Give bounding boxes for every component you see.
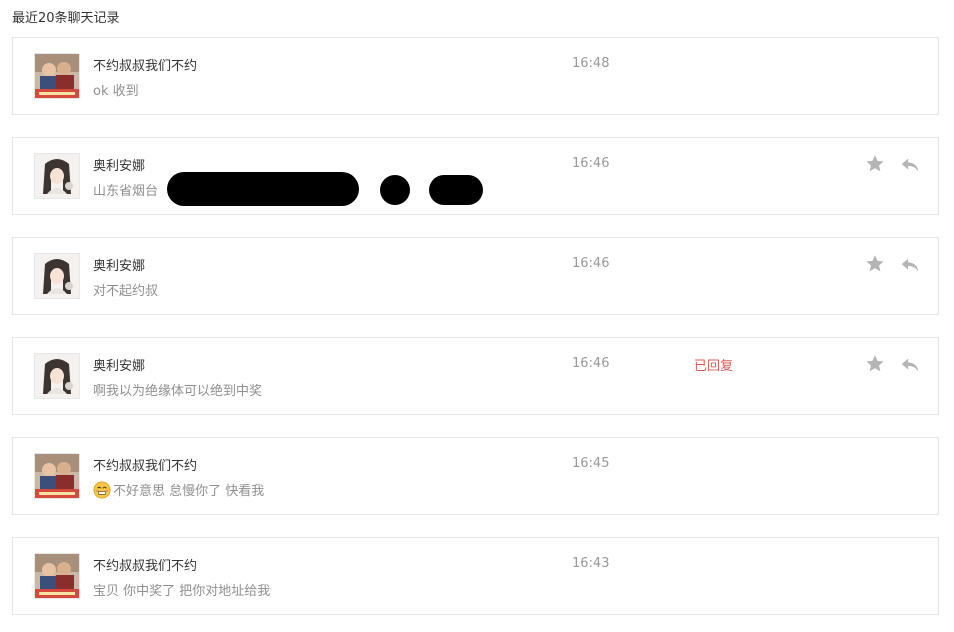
embarrassed-emoji-icon (93, 481, 111, 499)
message-time: 16:43 (572, 556, 610, 571)
group-photo-avatar[interactable] (34, 453, 80, 499)
message-text: 啊我以为绝缘体可以绝到中奖 (93, 384, 263, 399)
sender-name: 奥利安娜 (93, 259, 146, 274)
page-title: 最近20条聊天记录 (12, 11, 120, 26)
sender-name: 不约叔叔我们不约 (93, 559, 198, 574)
star-icon[interactable] (864, 353, 886, 375)
message-time: 16:48 (572, 56, 610, 71)
message-card[interactable]: 奥利安娜 对不起约叔 16:46 (12, 237, 939, 315)
star-icon[interactable] (864, 153, 886, 175)
group-photo-avatar[interactable] (34, 53, 80, 99)
redaction-mark (380, 175, 410, 205)
anime-girl-avatar[interactable] (34, 153, 80, 199)
message-text-part: 山东省烟台 (93, 184, 159, 199)
message-time: 16:46 (572, 356, 610, 371)
message-card[interactable]: 不约叔叔我们不约 宝贝 你中奖了 把你对地址给我 16:43 (12, 537, 939, 615)
message-text: ok 收到 (93, 84, 139, 99)
message-card[interactable]: 不约叔叔我们不约 不好意思 怠慢你了 快看我 16:45 (12, 437, 939, 515)
reply-icon[interactable] (899, 154, 921, 176)
message-time: 16:46 (572, 156, 610, 171)
sender-name: 不约叔叔我们不约 (93, 59, 198, 74)
message-text: 宝贝 你中奖了 把你对地址给我 (93, 584, 271, 599)
reply-icon[interactable] (899, 354, 921, 376)
anime-girl-avatar[interactable] (34, 353, 80, 399)
message-text: 对不起约叔 (93, 284, 159, 299)
sender-name: 不约叔叔我们不约 (93, 459, 198, 474)
message-time: 16:46 (572, 256, 610, 271)
redaction-mark (429, 175, 483, 205)
anime-girl-avatar[interactable] (34, 253, 80, 299)
sender-name: 奥利安娜 (93, 159, 146, 174)
reply-icon[interactable] (899, 254, 921, 276)
chat-history-page: 最近20条聊天记录 不约叔叔我们不约 ok 收到 16:48 奥利安娜 山东省烟… (0, 0, 954, 632)
message-card[interactable]: 奥利安娜 山东省烟台林1571 16:46 (12, 137, 939, 215)
message-card[interactable]: 不约叔叔我们不约 ok 收到 16:48 (12, 37, 939, 115)
redaction-mark (167, 172, 359, 206)
group-photo-avatar[interactable] (34, 553, 80, 599)
replied-status: 已回复 (694, 359, 734, 374)
sender-name: 奥利安娜 (93, 359, 146, 374)
message-text-content: 不好意思 怠慢你了 快看我 (113, 484, 265, 499)
star-icon[interactable] (864, 253, 886, 275)
message-text: 不好意思 怠慢你了 快看我 (93, 480, 264, 499)
message-time: 16:45 (572, 456, 610, 471)
message-card[interactable]: 奥利安娜 啊我以为绝缘体可以绝到中奖 16:46 已回复 (12, 337, 939, 415)
